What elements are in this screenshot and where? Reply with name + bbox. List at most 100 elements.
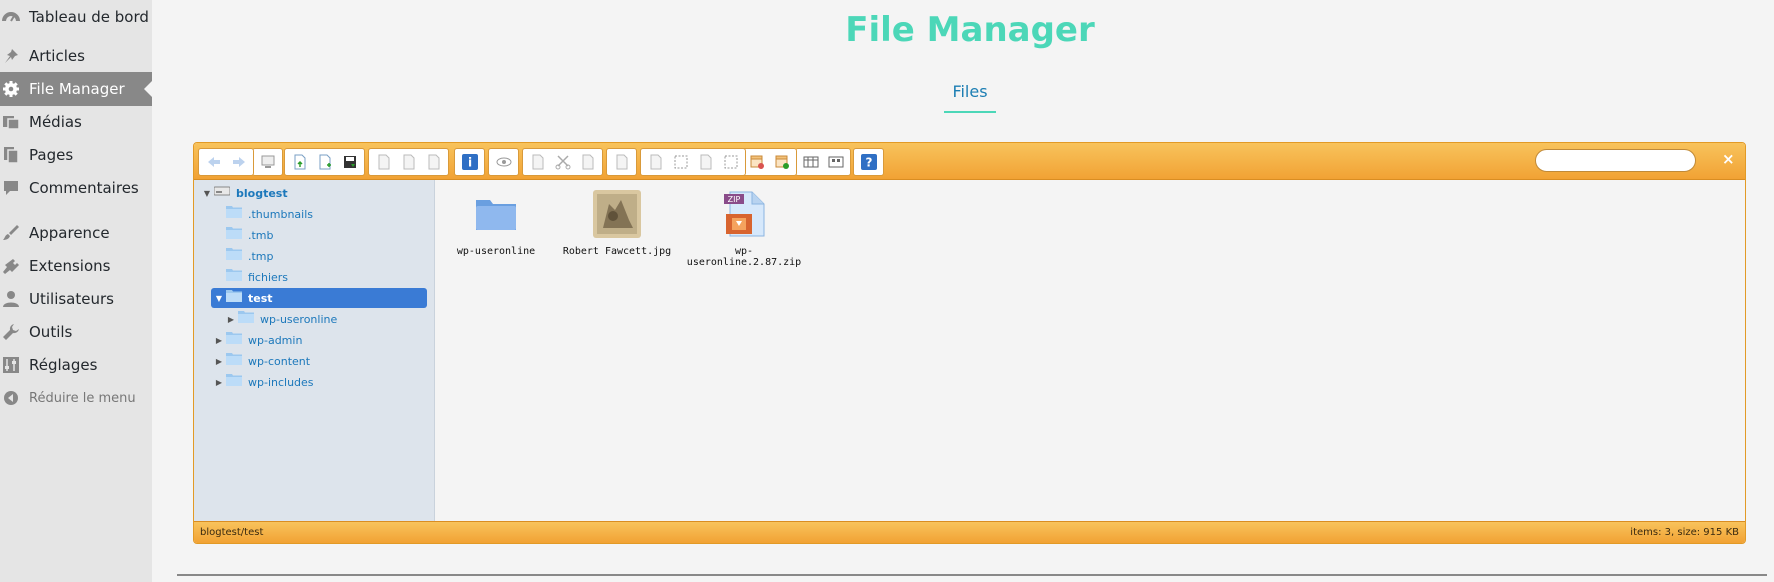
expanded-arrow-icon[interactable]: ▼	[202, 189, 212, 198]
tree-item-label: wp-admin	[248, 333, 303, 347]
tree-item-wp-content[interactable]: ▶ wp-content	[214, 351, 424, 371]
preview-eye-icon	[496, 154, 512, 170]
select-all-icon	[673, 154, 689, 170]
sidebar-item-réduire-le-menu[interactable]: Réduire le menu	[0, 381, 152, 415]
help-button[interactable]: ?	[857, 151, 880, 174]
archive-button[interactable]	[770, 151, 793, 174]
new-file-button[interactable]	[313, 151, 336, 174]
forward-button[interactable]	[227, 151, 250, 174]
preview-eye-button[interactable]	[492, 151, 515, 174]
file-item[interactable]: ZIP wp-useronline.2.87.zip	[684, 180, 804, 268]
file-name: Robert Fawcett.jpg	[562, 246, 672, 257]
rename-icon	[614, 154, 630, 170]
duplicate-icon	[648, 154, 664, 170]
tree-item-label: fichiers	[248, 270, 289, 284]
sidebar-item-médias[interactable]: Médias	[0, 105, 152, 139]
rename-button[interactable]	[610, 151, 633, 174]
help-icon: ?	[860, 154, 877, 170]
tree-item-wp-useronline[interactable]: ▶ wp-useronline	[226, 309, 424, 329]
zip-archive-icon: ZIP	[720, 190, 768, 238]
svg-text:ZIP: ZIP	[728, 195, 741, 204]
copy-icon	[530, 154, 546, 170]
new-file-icon	[317, 154, 333, 170]
select-all-button[interactable]	[669, 151, 692, 174]
sidebar-item-outils[interactable]: Outils	[0, 315, 152, 349]
tree-item-label: blogtest	[236, 186, 288, 200]
expanded-arrow-icon[interactable]: ▼	[214, 294, 224, 303]
upload-button[interactable]	[288, 151, 311, 174]
pages-icon	[2, 146, 20, 164]
toolbar-group	[741, 148, 797, 176]
tree-item-test[interactable]: ▼ test	[211, 288, 427, 308]
brush-icon	[2, 224, 20, 242]
home-computer-button[interactable]	[256, 151, 279, 174]
sidebar-item-extensions[interactable]: Extensions	[0, 249, 152, 283]
sidebar-item-label: Tableau de bord	[29, 8, 149, 26]
sidebar-item-réglages[interactable]: Réglages	[0, 348, 152, 382]
folder-icon	[226, 352, 242, 370]
drive-icon	[213, 184, 231, 202]
search-input[interactable]	[1535, 149, 1696, 172]
sidebar-item-commentaires[interactable]: Commentaires	[0, 171, 152, 205]
info-button[interactable]: i	[458, 151, 481, 174]
collapsed-arrow-icon[interactable]: ▶	[214, 336, 224, 345]
toolbar-group	[522, 148, 603, 176]
sidebar-item-label: Articles	[29, 47, 85, 65]
save-button[interactable]	[338, 151, 361, 174]
page-title: File Manager	[845, 10, 1095, 50]
items-info: items: 3, size: 915 KB	[1630, 527, 1739, 538]
tree-item-fichiers[interactable]: fichiers	[214, 267, 424, 287]
sidebar-item-apparence[interactable]: Apparence	[0, 216, 152, 250]
collapsed-arrow-icon[interactable]: ▶	[214, 357, 224, 366]
sidebar-item-pages[interactable]: Pages	[0, 138, 152, 172]
file-item[interactable]: wp-useronline	[436, 180, 556, 260]
cut-button[interactable]	[551, 151, 574, 174]
tab-files[interactable]: Files	[944, 82, 996, 113]
search-close-icon[interactable]: ×	[1722, 150, 1735, 168]
footer-divider	[177, 574, 1767, 576]
plugin-icon	[2, 257, 20, 275]
toolbar-group: i	[454, 148, 485, 176]
duplicate-button[interactable]	[644, 151, 667, 174]
tree-item-wp-admin[interactable]: ▶ wp-admin	[214, 330, 424, 350]
dashboard-icon	[2, 8, 20, 26]
sidebar-item-utilisateurs[interactable]: Utilisateurs	[0, 282, 152, 316]
icon-view-icon	[828, 154, 844, 170]
tree-item-label: test	[248, 291, 273, 305]
toolbar-group	[284, 148, 365, 176]
cut-icon	[555, 154, 571, 170]
collapsed-arrow-icon[interactable]: ▶	[226, 315, 236, 324]
file-item[interactable]: Robert Fawcett.jpg	[557, 180, 677, 260]
paste-button[interactable]	[576, 151, 599, 174]
user-icon	[2, 290, 20, 308]
tree-item-wp-includes[interactable]: ▶ wp-includes	[214, 372, 424, 392]
list-view-button[interactable]	[799, 151, 822, 174]
resize-button[interactable]	[719, 151, 742, 174]
open-button[interactable]	[372, 151, 395, 174]
folder-icon	[238, 310, 254, 328]
icon-view-button[interactable]	[824, 151, 847, 174]
tree-item-dot-tmb[interactable]: .tmb	[214, 225, 424, 245]
info-icon: i	[461, 154, 478, 170]
extract-icon	[749, 154, 765, 170]
current-path: blogtest/test	[200, 527, 264, 538]
download-button[interactable]	[397, 151, 420, 174]
extract-button[interactable]	[745, 151, 768, 174]
copy-button[interactable]	[526, 151, 549, 174]
collapse-arrow-icon	[2, 389, 20, 407]
edit-button[interactable]	[694, 151, 717, 174]
sidebar-item-label: Commentaires	[29, 179, 139, 197]
toolbar-group: ?	[853, 148, 884, 176]
collapsed-arrow-icon[interactable]: ▶	[214, 378, 224, 387]
select-button[interactable]	[422, 151, 445, 174]
open-icon	[376, 154, 392, 170]
tree-item-dot-tmp[interactable]: .tmp	[214, 246, 424, 266]
sidebar-item-file-manager[interactable]: File Manager	[0, 72, 152, 106]
sidebar-item-articles[interactable]: Articles	[0, 39, 152, 73]
tree-item-dot-thumbnails[interactable]: .thumbnails	[214, 204, 424, 224]
home-computer-icon	[260, 154, 276, 170]
folder-icon	[226, 226, 242, 244]
sidebar-item-tableau-de-bord[interactable]: Tableau de bord	[0, 0, 152, 34]
tree-item-blogtest[interactable]: ▼ blogtest	[202, 183, 424, 203]
back-button[interactable]	[202, 151, 225, 174]
